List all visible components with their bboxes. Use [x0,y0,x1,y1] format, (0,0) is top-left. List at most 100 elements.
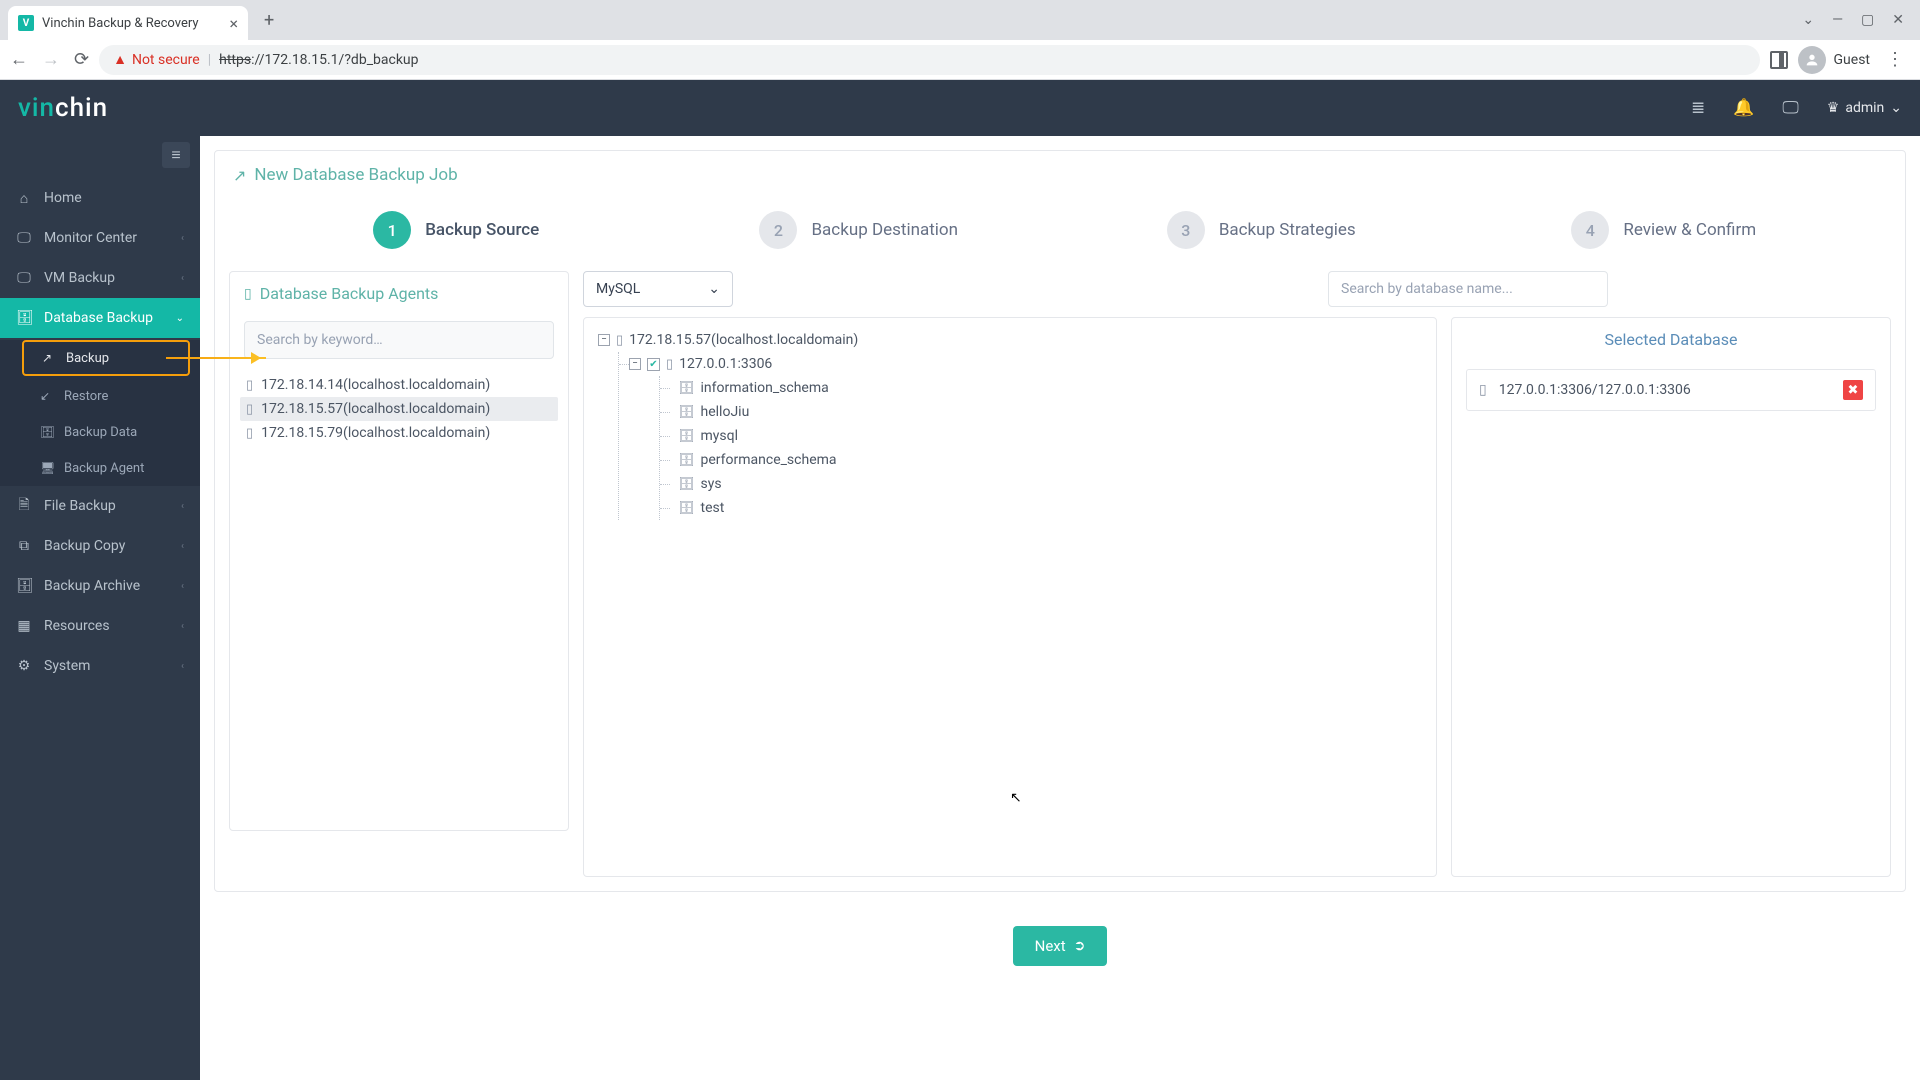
tree-db-row[interactable]: 🗄information_schema [664,376,1422,400]
panel-agents-title: Database Backup Agents [260,284,439,303]
back-icon[interactable]: ← [10,49,28,70]
selected-header: Selected Database [1452,318,1890,361]
submenu-label: Backup Agent [64,461,144,476]
submenu-item-backup-data[interactable]: 🗄 Backup Data [0,414,200,450]
sidebar-item-home[interactable]: ⌂ Home [0,178,200,218]
forward-icon[interactable]: → [42,49,60,70]
panel-database-tree: − ▯ 172.18.15.57(localhost.localdomain) … [583,317,1437,877]
tab-close-icon[interactable]: × [229,14,238,33]
submenu-item-restore[interactable]: ↙Restore [0,378,200,414]
user-menu[interactable]: ♛ admin ⌄ [1827,100,1902,116]
agent-search-input[interactable] [244,321,554,359]
sidebar-item-system[interactable]: ⚙System‹ [0,646,200,686]
page-title: ↗ New Database Backup Job [215,151,1905,199]
browser-tab[interactable]: V Vinchin Backup & Recovery × [8,6,248,40]
url-path: ://172.18.15.1/?db_backup [251,52,418,68]
copy-icon: ⧉ [16,538,32,554]
sidebar-item-resources[interactable]: ▦Resources‹ [0,606,200,646]
agent-label: 172.18.15.79(localhost.localdomain) [261,425,490,441]
server-icon: ▯ [246,402,253,417]
sidebar-label: System [44,658,90,674]
sidebar-label: Home [44,190,82,206]
server-icon: ▯ [666,357,673,372]
step-1[interactable]: 1Backup Source [255,211,658,249]
avatar-icon [1798,46,1826,74]
step-label: Backup Source [425,220,539,240]
server-icon: ▯ [246,378,253,393]
sidebar-item-backup-copy[interactable]: ⧉Backup Copy‹ [0,526,200,566]
minimize-icon[interactable]: — [1832,12,1843,28]
collapse-icon[interactable]: − [629,358,641,370]
maximize-icon[interactable]: ▢ [1861,12,1874,28]
tree-server-label: 172.18.15.57(localhost.localdomain) [629,332,858,348]
submenu-label: Backup Data [64,425,137,440]
url-box[interactable]: ▲ Not secure | https://172.18.15.1/?db_b… [99,45,1759,75]
db-type-value: MySQL [596,281,640,297]
next-button[interactable]: Next➲ [1013,926,1108,966]
chevron-left-icon: ‹ [181,501,184,512]
sidebar-item-file-backup[interactable]: 🗎File Backup‹ [0,486,200,526]
db-search-input[interactable] [1328,271,1608,307]
new-tab-button[interactable]: + [256,6,282,35]
delete-button[interactable]: ✖ [1843,380,1863,400]
sidebar-item-vm-backup[interactable]: 🖵VM Backup‹ [0,258,200,298]
arrow-annotation [166,357,266,359]
tree-db-row[interactable]: 🗄mysql [664,424,1422,448]
agent-item[interactable]: ▯172.18.15.79(localhost.localdomain) [240,421,558,445]
chevron-left-icon: ‹ [181,621,184,632]
home-icon: ⌂ [16,190,32,207]
step-2[interactable]: 2Backup Destination [658,211,1061,249]
sidebar-collapse-button[interactable]: ≡ [162,142,190,168]
side-panel-icon[interactable] [1770,51,1788,69]
sidebar-item-monitor[interactable]: 🖵Monitor Center‹ [0,218,200,258]
main-content: ↗ New Database Backup Job 1Backup Source… [200,136,1920,1080]
tree-instance-row[interactable]: − ✔ ▯ 127.0.0.1:3306 [623,352,1422,376]
agent-item[interactable]: ▯172.18.14.14(localhost.localdomain) [240,373,558,397]
user-icon: ♛ [1827,100,1840,116]
tree-db-label: performance_schema [701,452,837,468]
bell-icon[interactable]: 🔔 [1733,98,1754,118]
guest-label: Guest [1834,52,1870,68]
browser-menu-icon[interactable]: ⋮ [1880,49,1910,70]
collapse-icon[interactable]: − [598,334,610,346]
sidebar-label: VM Backup [44,270,115,286]
tree-db-row[interactable]: 🗄sys [664,472,1422,496]
monitor-icon[interactable]: 🖵 [1782,98,1798,118]
submenu-item-backup-agent[interactable]: 🖥Backup Agent [0,450,200,486]
sidebar-item-database-backup[interactable]: 🗄Database Backup⌄ [0,298,200,338]
step-circle: 3 [1167,211,1205,249]
data-icon: 🗄 [40,425,54,439]
warning-triangle-icon: ▲ [113,51,127,68]
tree-db-row[interactable]: 🗄helloJiu [664,400,1422,424]
share-icon: ↗ [42,351,56,365]
step-circle: 4 [1571,211,1609,249]
db-type-select[interactable]: MySQL⌄ [583,271,733,307]
close-window-icon[interactable]: ✕ [1892,12,1904,28]
agent-list: ▯172.18.14.14(localhost.localdomain) ▯17… [230,369,568,449]
submenu-item-backup[interactable]: ↗Backup [22,340,190,376]
page-title-text: New Database Backup Job [254,165,457,185]
tree-server-row[interactable]: − ▯ 172.18.15.57(localhost.localdomain) [598,328,1422,352]
tab-strip: V Vinchin Backup & Recovery × + ⌄ — ▢ ✕ [0,0,1920,40]
reload-icon[interactable]: ⟳ [74,49,89,70]
tree-db-row[interactable]: 🗄test [664,496,1422,520]
server-icon: ▯ [616,333,623,348]
agent-item[interactable]: ▯172.18.15.57(localhost.localdomain) [240,397,558,421]
sidebar-item-backup-archive[interactable]: 🗄Backup Archive‹ [0,566,200,606]
monitor-icon: 🖵 [16,230,32,246]
tree-db-label: information_schema [701,380,829,396]
database-icon: 🗄 [678,429,695,444]
db-tree: − ▯ 172.18.15.57(localhost.localdomain) … [584,318,1436,530]
step-3[interactable]: 3Backup Strategies [1060,211,1463,249]
list-icon[interactable]: ≣ [1691,98,1705,118]
profile-button[interactable]: Guest [1798,46,1870,74]
chevron-left-icon: ‹ [181,273,184,284]
checkbox-checked-icon[interactable]: ✔ [647,358,660,371]
chevron-down-icon[interactable]: ⌄ [1802,12,1814,28]
tree-db-row[interactable]: 🗄performance_schema [664,448,1422,472]
step-4[interactable]: 4Review & Confirm [1463,211,1866,249]
selected-item: ▯ 127.0.0.1:3306/127.0.0.1:3306 ✖ [1466,369,1876,411]
chevron-left-icon: ‹ [181,541,184,552]
step-circle: 2 [759,211,797,249]
favicon-icon: V [18,15,34,31]
